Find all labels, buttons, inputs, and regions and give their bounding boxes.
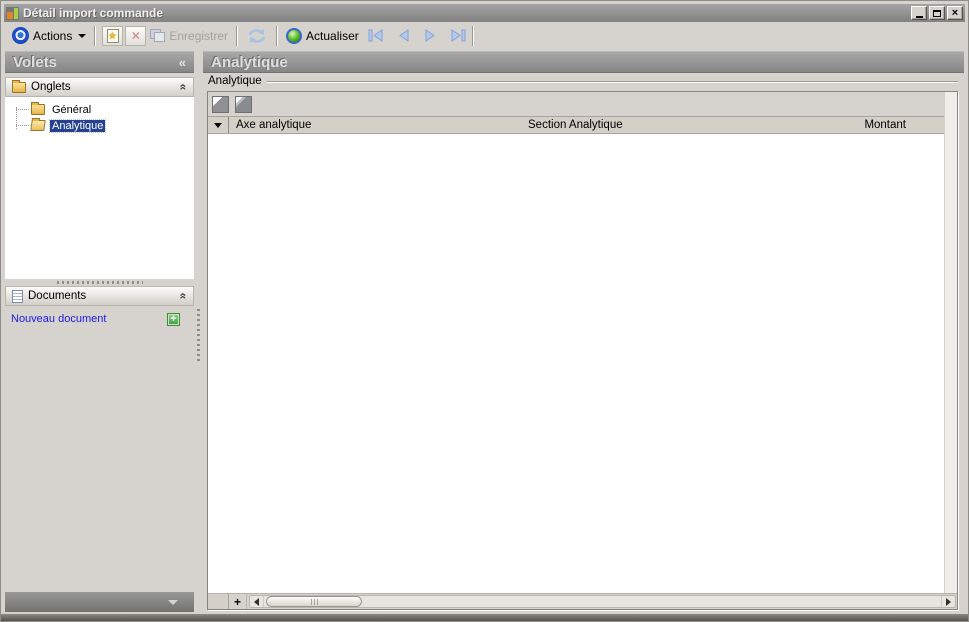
app-icon bbox=[6, 6, 19, 20]
record-navigation bbox=[368, 28, 467, 44]
add-row-button[interactable]: + bbox=[229, 594, 247, 609]
save-label: Enregistrer bbox=[169, 28, 229, 43]
main-panel: Analytique Axe analytique Section Analyt… bbox=[203, 73, 964, 612]
analytique-grid: Axe analytique Section Analytique Montan… bbox=[207, 91, 958, 610]
splitter-grip-icon bbox=[56, 281, 143, 284]
tree-connector bbox=[16, 109, 29, 110]
grid-bottom-bar: + bbox=[208, 593, 957, 609]
scroll-left-button[interactable] bbox=[250, 596, 264, 607]
toolbar-separator bbox=[276, 25, 279, 46]
toolbar-separator bbox=[94, 25, 97, 46]
section-onglets-header[interactable]: Onglets « bbox=[5, 77, 194, 97]
save-icon bbox=[150, 29, 166, 42]
row-selector-header[interactable] bbox=[208, 117, 229, 133]
toolbar-separator bbox=[471, 25, 474, 46]
horizontal-scrollbar[interactable] bbox=[249, 595, 956, 608]
new-document-link[interactable]: Nouveau document bbox=[11, 313, 106, 325]
delete-icon: ✕ bbox=[130, 28, 141, 43]
tree-item-analytique[interactable]: Analytique bbox=[5, 118, 194, 133]
refresh-icon bbox=[286, 27, 303, 44]
row-indicator-footer bbox=[208, 594, 229, 609]
sync-button[interactable] bbox=[243, 24, 271, 48]
next-record-button[interactable] bbox=[422, 28, 440, 44]
grid-body[interactable] bbox=[208, 134, 944, 593]
sidebar-splitter-handle[interactable] bbox=[5, 279, 194, 286]
tabs-tree: Général Analytique bbox=[5, 97, 194, 279]
tree-item-label: Général bbox=[52, 103, 92, 116]
column-header-section-analytique[interactable]: Section Analytique bbox=[521, 117, 811, 133]
folder-icon bbox=[12, 79, 26, 93]
collapse-sidebar-icon[interactable]: « bbox=[179, 55, 186, 70]
window: Détail import commande × Actions ✕ Enreg… bbox=[0, 0, 969, 622]
folder-icon bbox=[31, 102, 45, 115]
dropdown-arrow-icon bbox=[214, 122, 222, 128]
groupbox-line bbox=[267, 81, 958, 83]
save-button[interactable]: Enregistrer bbox=[147, 24, 231, 48]
maximize-button[interactable] bbox=[929, 6, 945, 20]
first-record-button[interactable] bbox=[368, 28, 386, 44]
delete-record-button[interactable]: ✕ bbox=[125, 25, 147, 46]
triangle-right-icon bbox=[946, 597, 951, 606]
refresh-label: Actualiser bbox=[306, 28, 359, 43]
scrollbar-thumb[interactable] bbox=[266, 596, 362, 607]
minimize-button[interactable] bbox=[911, 6, 927, 20]
new-record-button[interactable] bbox=[102, 25, 124, 46]
grid-layout-alt-icon-button[interactable] bbox=[235, 95, 252, 113]
nav-last-icon bbox=[451, 29, 466, 42]
sidebar: Onglets « Général Analytique Documents «… bbox=[5, 73, 194, 612]
nav-first-icon bbox=[368, 29, 383, 42]
tree-item-general[interactable]: Général bbox=[5, 102, 194, 117]
toolbar-separator bbox=[236, 25, 239, 46]
last-record-button[interactable] bbox=[449, 28, 467, 44]
groupbox-label: Analytique bbox=[208, 75, 262, 87]
column-header-montant[interactable]: Montant bbox=[811, 117, 944, 133]
chevron-down-icon bbox=[168, 599, 178, 605]
section-documents-title: Documents bbox=[28, 290, 87, 302]
actions-menu-button[interactable]: Actions bbox=[9, 24, 89, 48]
grid-header-row: Axe analytique Section Analytique Montan… bbox=[208, 116, 944, 134]
actions-label: Actions bbox=[33, 28, 73, 43]
sync-icon bbox=[248, 28, 266, 43]
window-bottom-border bbox=[1, 614, 968, 621]
main-toolbar: Actions ✕ Enregistrer Actualiser bbox=[4, 22, 965, 49]
column-header-axe-analytique[interactable]: Axe analytique bbox=[229, 117, 521, 133]
add-document-button[interactable]: + bbox=[167, 312, 180, 326]
collapse-section-icon[interactable]: « bbox=[177, 84, 191, 91]
triangle-left-icon bbox=[254, 597, 259, 606]
section-documents-header[interactable]: Documents « bbox=[5, 286, 194, 306]
minimize-icon bbox=[915, 15, 923, 18]
grid-layout-icon-button[interactable] bbox=[212, 95, 229, 113]
sidebar-bottom-bar[interactable] bbox=[5, 592, 194, 612]
sidebar-header: Volets « bbox=[5, 51, 194, 73]
close-button[interactable]: × bbox=[947, 6, 963, 20]
refresh-button[interactable]: Actualiser bbox=[283, 24, 362, 48]
collapse-section-icon[interactable]: « bbox=[177, 293, 191, 300]
grid-toolbar bbox=[208, 92, 944, 116]
previous-record-button[interactable] bbox=[395, 28, 413, 44]
scroll-right-button[interactable] bbox=[941, 596, 955, 607]
window-title: Détail import commande bbox=[23, 6, 164, 20]
chevron-down-icon bbox=[78, 33, 87, 38]
title-bar[interactable]: Détail import commande × bbox=[4, 4, 965, 22]
maximize-icon bbox=[933, 9, 941, 17]
vertical-splitter-handle[interactable] bbox=[197, 309, 200, 363]
main-panel-header: Analytique bbox=[203, 51, 964, 73]
tree-item-label: Analytique bbox=[48, 118, 107, 133]
document-icon bbox=[12, 289, 23, 303]
vertical-scrollbar-track[interactable] bbox=[944, 92, 957, 593]
section-onglets-title: Onglets bbox=[31, 81, 71, 93]
new-document-icon bbox=[106, 28, 119, 43]
nav-next-icon bbox=[425, 29, 436, 42]
sidebar-title: Volets bbox=[13, 53, 57, 71]
close-icon: × bbox=[951, 7, 959, 19]
actions-icon bbox=[12, 27, 29, 44]
tree-connector bbox=[16, 125, 29, 126]
main-panel-title: Analytique bbox=[211, 53, 288, 71]
documents-content: Nouveau document + bbox=[5, 306, 194, 332]
nav-previous-icon bbox=[399, 29, 409, 42]
folder-open-icon bbox=[30, 120, 46, 131]
